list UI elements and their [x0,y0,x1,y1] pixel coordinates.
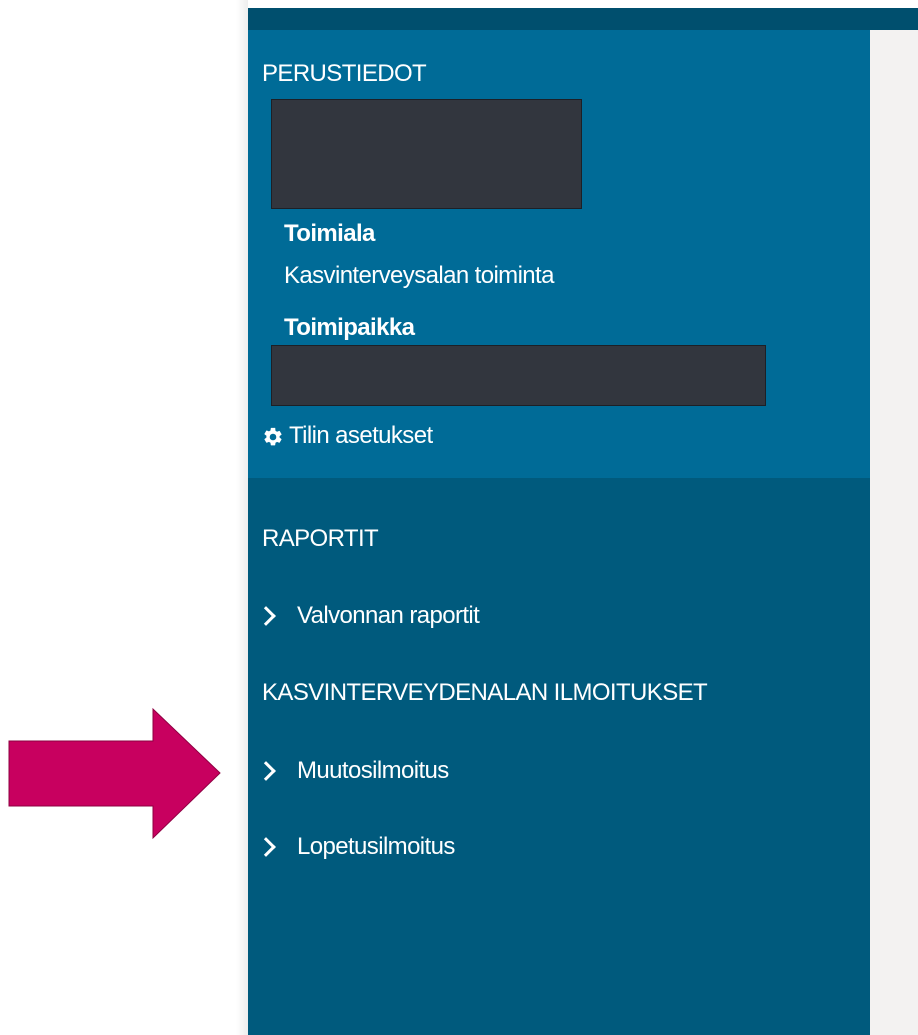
reports-heading: RAPORTIT [262,525,379,552]
notifications-heading: KASVINTERVEYDENALAN ILMOITUKSET [262,679,708,706]
account-settings-link[interactable]: Tilin asetukset [262,422,502,454]
chevron-right-icon [256,837,276,857]
industry-label: Toimiala [284,220,375,247]
location-label: Toimipaikka [284,314,415,341]
sidebar-item-valvonnan-raportit[interactable]: Valvonnan raportit [256,600,562,634]
annotation-arrow [8,707,221,840]
redacted-location [271,345,766,406]
account-settings-label: Tilin asetukset [289,422,433,449]
sidebar-item-lopetusilmoitus[interactable]: Lopetusilmoitus [256,831,562,865]
gear-icon [264,427,282,446]
chevron-right-icon [256,761,276,781]
sidebar-item-label: Valvonnan raportit [297,602,480,629]
content-top-strip [870,8,918,30]
basic-info-section: PERUSTIEDOT Toimiala Kasvinterveysalan t… [248,30,870,478]
basic-info-heading: PERUSTIEDOT [262,60,427,87]
redacted-company-name [271,99,582,209]
sidebar: PERUSTIEDOT Toimiala Kasvinterveysalan t… [248,8,870,1035]
sidebar-top-strip [248,8,870,30]
industry-value: Kasvinterveysalan toiminta [284,262,554,289]
screenshot-canvas: PERUSTIEDOT Toimiala Kasvinterveysalan t… [0,0,918,1035]
chevron-right-icon [256,606,276,626]
sidebar-item-label: Lopetusilmoitus [297,833,455,860]
sidebar-item-muutosilmoitus[interactable]: Muutosilmoitus [256,755,562,789]
sidebar-item-label: Muutosilmoitus [297,757,449,784]
main-content-area [870,30,918,1035]
arrow-right-icon [8,707,221,840]
